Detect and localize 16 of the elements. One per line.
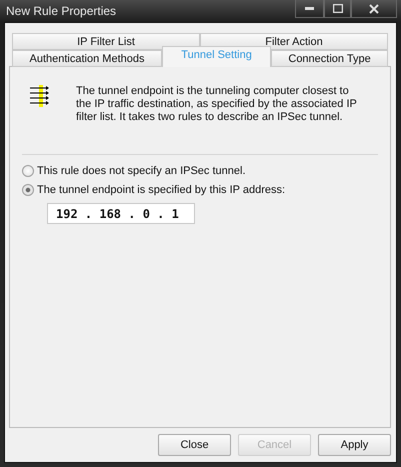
tab[interactable]: Filter Action [200,33,388,50]
radio-label[interactable]: This rule does not specify an IPSec tunnel. [37,165,246,177]
ip-address-field[interactable]: 192 . 168 . 0 . 1 [47,203,195,224]
radio-button[interactable] [22,184,34,196]
description-text: The tunnel endpoint is the tunneling computer closest to the IP traffic destination, as specified by the associated IP filter list. It takes two rules to describe an IPSec tunnel. [76,85,358,124]
radio-label[interactable]: The tunnel endpoint is specified by this IP address: [37,184,286,196]
radio-button[interactable] [22,165,34,177]
close-icon[interactable] [369,4,379,14]
tab[interactable]: Connection Type [271,50,388,67]
tunnel-arrows-icon [28,85,50,107]
tab[interactable]: IP Filter List [12,33,200,50]
tab[interactable]: Authentication Methods [12,50,162,67]
window-title: New Rule Properties [5,4,116,18]
dialog-button[interactable]: Apply [318,434,391,456]
dialog-button[interactable]: Close [158,434,231,456]
maximize-icon[interactable] [332,4,342,13]
